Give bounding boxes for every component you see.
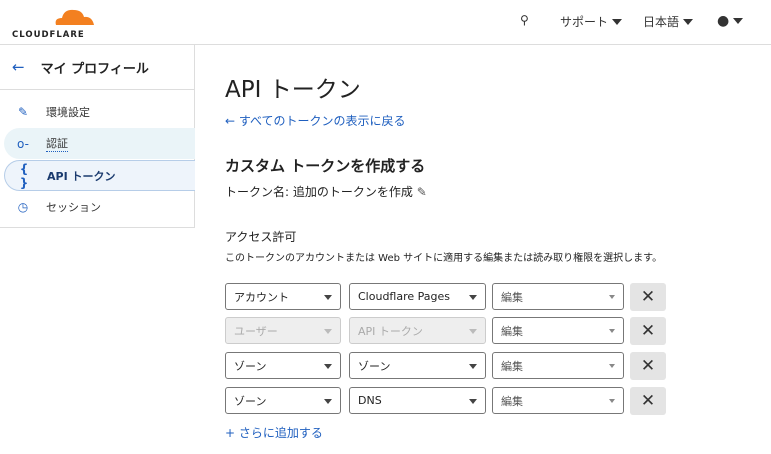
chevron-down-icon [733,18,744,24]
scope-select[interactable]: ゾーン [225,387,341,414]
select-value: ユーザー [234,324,278,338]
resource-select[interactable]: ゾーン [349,352,486,379]
sidebar-item-api-tokens[interactable]: { } API トークン [4,160,195,191]
sidebar-item-label: 環境設定 [46,105,90,119]
caret-down-icon [324,364,332,369]
add-more-link[interactable]: + さらに追加する [225,424,323,441]
brand-text: CLOUDFLARE [12,30,85,40]
chevron-down-icon [612,18,623,25]
key-icon: o- [17,136,29,151]
select-value: DNS [358,394,382,407]
sidebar-header: ← マイ プロフィール [0,45,194,90]
select-value: Cloudflare Pages [358,290,450,303]
top-bar: CLOUDFLARE ⚲ サポート 日本語 ● [0,0,771,45]
chevron-down-icon [683,18,694,25]
remove-row-button[interactable]: ✕ [630,387,666,415]
user-icon: ● [717,13,730,29]
resource-select[interactable]: Cloudflare Pages [349,283,486,310]
permission-select[interactable]: 編集 [492,317,624,344]
caret-down-icon [609,295,615,299]
caret-down-icon [609,364,615,368]
select-value: 編集 [501,359,523,373]
remove-row-button[interactable]: ✕ [630,352,666,380]
caret-down-icon [609,329,615,333]
sidebar-item-label: API トークン [47,169,116,183]
cloud-icon [55,9,94,25]
permissions-description: このトークンのアカウントまたは Web サイトに適用する編集または読み取り権限を… [225,253,663,264]
sidebar-item-preferences[interactable]: ✎ 環境設定 [4,96,195,127]
language-menu[interactable]: 日本語 [643,13,694,30]
braces-icon: { } [19,161,29,190]
permissions-label: アクセス許可 [225,230,297,244]
scope-select[interactable]: アカウント [225,283,341,310]
back-to-tokens-link[interactable]: ← すべてのトークンの表示に戻る [225,112,406,129]
section-title: カスタム トークンを作成する [225,157,426,175]
sidebar-title: マイ プロフィール [40,61,149,77]
scope-select: ユーザー [225,317,341,344]
language-label: 日本語 [643,15,680,29]
cloudflare-logo[interactable]: CLOUDFLARE [12,6,96,40]
resource-select[interactable]: DNS [349,387,486,414]
close-icon: ✕ [640,321,656,341]
sidebar-item-label: 認証 [46,137,68,152]
sidebar-item-sessions[interactable]: ◷ セッション [4,191,195,222]
user-menu[interactable]: ● [717,13,744,29]
select-value: 編集 [501,324,523,338]
back-arrow-icon[interactable]: ← [12,58,25,76]
support-menu[interactable]: サポート [560,13,623,30]
select-value: API トークン [358,324,423,338]
scope-select[interactable]: ゾーン [225,352,341,379]
sidebar-item-label: セッション [46,200,101,214]
caret-down-icon [469,295,477,300]
caret-down-icon [324,329,332,334]
remove-row-button[interactable]: ✕ [630,283,666,311]
resource-select: API トークン [349,317,486,344]
select-value: ゾーン [234,359,267,373]
caret-down-icon [469,399,477,404]
close-icon: ✕ [640,356,656,376]
select-value: アカウント [234,290,289,304]
support-label: サポート [560,15,609,29]
caret-down-icon [324,295,332,300]
clock-icon: ◷ [17,199,29,214]
select-value: 編集 [501,394,523,408]
remove-row-button[interactable]: ✕ [630,317,666,345]
page-title: API トークン [225,77,361,103]
permission-select[interactable]: 編集 [492,387,624,414]
token-name-text: トークン名: 追加のトークンを作成 [225,185,413,199]
edit-icon[interactable]: ✎ [417,185,427,199]
caret-down-icon [324,399,332,404]
caret-down-icon [469,364,477,369]
token-name: トークン名: 追加のトークンを作成 ✎ [225,183,427,200]
close-icon: ✕ [640,391,656,411]
sidebar-item-authentication[interactable]: o- 認証 [4,128,195,159]
search-icon: ⚲ [520,13,529,27]
select-value: ゾーン [234,394,267,408]
pencil-icon: ✎ [17,104,29,119]
select-value: 編集 [501,290,523,304]
permission-select[interactable]: 編集 [492,352,624,379]
close-icon: ✕ [640,287,656,307]
select-value: ゾーン [358,359,391,373]
sidebar: ← マイ プロフィール ✎ 環境設定 o- 認証 { } API トークン ◷ セッション [0,45,195,228]
caret-down-icon [609,399,615,403]
permission-select[interactable]: 編集 [492,283,624,310]
search-button[interactable]: ⚲ [520,13,529,27]
caret-down-icon [469,329,477,334]
